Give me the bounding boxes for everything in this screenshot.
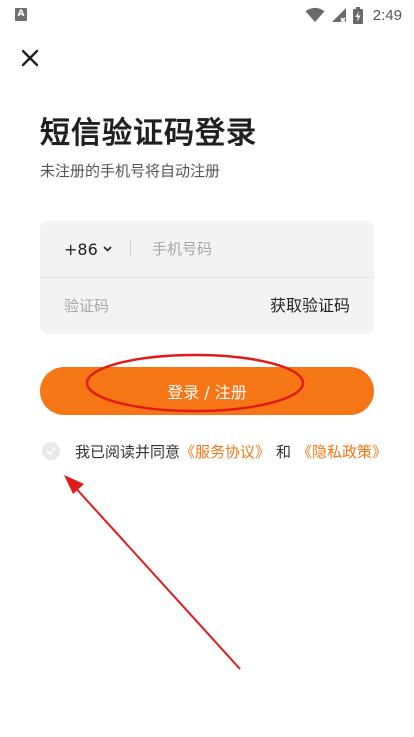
- get-code-button[interactable]: 获取验证码: [270, 278, 350, 334]
- phone-row: +86: [40, 221, 374, 278]
- notification-icon: A: [15, 8, 27, 21]
- login-register-button[interactable]: 登录 / 注册: [40, 367, 374, 415]
- agreement-prefix: 我已阅读并同意: [75, 442, 181, 461]
- verification-code-input[interactable]: [64, 278, 244, 334]
- privacy-policy-link[interactable]: 《隐私政策》: [297, 441, 387, 462]
- login-form: +86 获取验证码: [40, 221, 374, 334]
- status-bar: A 2:49: [0, 0, 414, 30]
- agreement-row: 我已阅读并同意 《服务协议》 和 《隐私政策》: [42, 440, 387, 462]
- code-row: 获取验证码: [40, 278, 374, 334]
- chevron-down-icon: [103, 246, 112, 252]
- service-agreement-link[interactable]: 《服务协议》: [180, 441, 270, 462]
- login-page: A 2:49 短信验证码登录 未注册的手机号将自动注册 +86 手机号码 验证码…: [0, 0, 414, 737]
- field-divider: [130, 241, 131, 257]
- page-subtitle: 未注册的手机号将自动注册: [40, 162, 221, 180]
- country-code-value: +86: [64, 239, 98, 259]
- wifi-icon: [305, 7, 325, 22]
- close-button[interactable]: [18, 46, 42, 70]
- battery-icon: [352, 6, 363, 24]
- annotation-arrow-line: [71, 483, 241, 670]
- annotation-arrowhead: [64, 475, 84, 494]
- status-icons: 2:49: [305, 4, 402, 26]
- phone-input[interactable]: [152, 221, 362, 277]
- page-title: 短信验证码登录: [40, 116, 257, 151]
- signal-icon: [331, 8, 346, 23]
- agreement-checkbox[interactable]: [42, 442, 60, 460]
- agreement-and: 和: [276, 442, 292, 461]
- check-icon: [46, 447, 56, 455]
- close-icon: [21, 49, 39, 67]
- status-time: 2:49: [372, 6, 402, 24]
- country-code-selector[interactable]: +86: [64, 221, 112, 277]
